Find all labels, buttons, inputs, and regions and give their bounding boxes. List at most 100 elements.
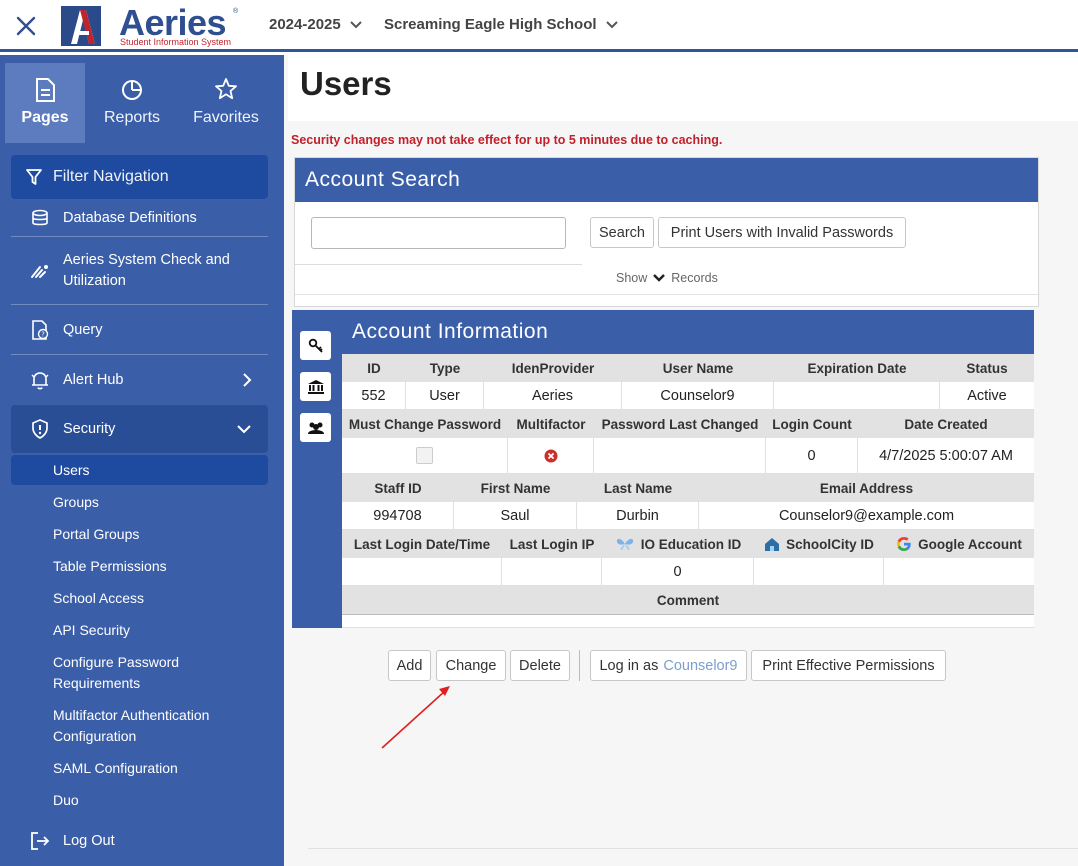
records-toggle[interactable]: Show Records [616, 271, 718, 285]
tab-pages[interactable]: Pages [5, 63, 85, 143]
sidebar-sub-mfa-config[interactable]: Multifactor Authentication Configuration [53, 705, 228, 747]
account-info-title: Account Information [342, 310, 1034, 354]
header-password-last-changed: Password Last Changed [601, 416, 759, 432]
page-title: Users [300, 65, 392, 102]
value-last-login-datetime [342, 558, 502, 585]
filter-navigation-button[interactable]: Filter Navigation [11, 155, 268, 199]
tab-label: Favorites [193, 109, 259, 126]
sidebar-item-system-check[interactable]: Aeries System Check and Utilization [11, 236, 268, 304]
header-date-created: Date Created [904, 416, 988, 432]
butterfly-icon [616, 538, 633, 550]
account-tools-strip [292, 310, 342, 628]
header-google-account: Google Account [884, 530, 1034, 558]
table-header-row: ID Type IdenProvider User Name Expiratio… [342, 354, 1034, 382]
chevron-down-icon [605, 20, 618, 28]
database-icon [29, 209, 51, 227]
table-row: 994708 Saul Durbin Counselor9@example.co… [342, 502, 1034, 530]
sidebar-sub-password-requirements[interactable]: Configure Password Requirements [53, 652, 203, 694]
sidebar-item-alert-hub[interactable]: Alert Hub [11, 354, 268, 404]
sidebar-item-label: Alert Hub [63, 371, 124, 388]
log-in-as-label: Log in as [599, 657, 659, 674]
x-circle-icon [544, 449, 557, 462]
records-label: Records [671, 271, 718, 285]
header-last-name: Last Name [603, 480, 673, 496]
header-last-login-ip: Last Login IP [509, 536, 595, 552]
header-id: ID [367, 360, 381, 376]
pie-chart-icon [120, 77, 144, 103]
filter-label: Filter Navigation [53, 168, 169, 185]
sidebar-item-query[interactable]: ? Query [11, 304, 268, 354]
chevron-right-icon [243, 372, 252, 387]
school-label: Screaming Eagle High School [384, 16, 597, 33]
must-change-password-checkbox[interactable] [416, 447, 433, 464]
shield-icon [29, 419, 51, 439]
logo-registered: ® [233, 8, 239, 15]
search-input[interactable] [311, 217, 566, 249]
sidebar-item-label: Database Definitions [63, 210, 197, 226]
top-bar: Aeries ® Student Information System 2024… [0, 0, 1078, 52]
search-button[interactable]: Search [590, 217, 654, 248]
header-expiration-date: Expiration Date [807, 360, 907, 376]
sidebar-sub-school-access[interactable]: School Access [53, 588, 263, 609]
header-comment: Comment [656, 592, 720, 608]
account-search-title: Account Search [295, 158, 1038, 202]
header-last-login-datetime: Last Login Date/Time [353, 536, 491, 552]
sidebar-sub-table-permissions[interactable]: Table Permissions [53, 556, 263, 577]
print-invalid-passwords-button[interactable]: Print Users with Invalid Passwords [658, 217, 906, 248]
sidebar-item-log-out[interactable]: Log Out [11, 827, 268, 855]
sidebar-sub-duo[interactable]: Duo [53, 790, 263, 811]
tab-label: Reports [103, 109, 161, 126]
change-button[interactable]: Change [436, 650, 506, 681]
sidebar-sub-users[interactable]: Users [53, 460, 263, 481]
value-last-login-ip [502, 558, 602, 585]
header-idenprovider: IdenProvider [511, 360, 595, 376]
print-effective-permissions-button[interactable]: Print Effective Permissions [751, 650, 946, 681]
value-schoolcity-id [754, 558, 884, 585]
value-email-address: Counselor9@example.com [778, 507, 955, 524]
divider [295, 264, 582, 265]
tab-favorites[interactable]: Favorites [179, 63, 273, 143]
value-password-last-changed [594, 438, 766, 473]
chevron-down-icon [653, 274, 666, 282]
log-in-as-button[interactable]: Log in as Counselor9 [590, 650, 747, 681]
filter-icon [26, 169, 42, 185]
add-button[interactable]: Add [388, 650, 431, 681]
caching-warning: Security changes may not take effect for… [291, 133, 723, 147]
key-icon[interactable] [300, 331, 331, 360]
sidebar-sub-api-security[interactable]: API Security [53, 620, 263, 641]
aeries-logo[interactable]: Aeries ® Student Information System [61, 2, 241, 47]
value-login-count: 0 [766, 438, 858, 473]
sidebar-item-label: Security [63, 421, 116, 437]
table-header-row: Last Login Date/Time Last Login IP IO Ed… [342, 530, 1034, 558]
sidebar-sub-saml-config[interactable]: SAML Configuration [53, 758, 263, 779]
page-header: Users [288, 55, 1078, 121]
value-io-education-id: 0 [602, 558, 754, 585]
tab-reports[interactable]: Reports [85, 63, 179, 143]
button-divider [579, 650, 580, 681]
value-google-account [884, 558, 1034, 585]
sidebar-sub-portal-groups[interactable]: Portal Groups [53, 524, 263, 545]
logo-mark-icon [61, 6, 101, 46]
header-multifactor: Multifactor [516, 416, 586, 432]
school-selector[interactable]: Screaming Eagle High School [384, 16, 619, 33]
value-date-created: 4/7/2025 5:00:07 AM [879, 447, 1013, 464]
header-user-name: User Name [662, 360, 734, 376]
sidebar-item-database-definitions[interactable]: Database Definitions [11, 201, 268, 235]
bank-icon[interactable] [300, 372, 331, 401]
value-first-name: Saul [454, 502, 577, 529]
header-type: Type [429, 360, 461, 376]
year-selector[interactable]: 2024-2025 [269, 16, 363, 33]
sidebar-item-security[interactable]: Security [11, 405, 268, 453]
value-id: 552 [342, 382, 406, 409]
nav-tabs: Pages Reports Favorites [5, 63, 275, 143]
signal-icon [29, 263, 51, 279]
users-group-icon[interactable] [300, 413, 331, 442]
sidebar-sub-groups[interactable]: Groups [53, 492, 263, 513]
query-icon: ? [29, 319, 51, 340]
close-icon[interactable] [14, 14, 38, 38]
delete-button[interactable]: Delete [510, 650, 570, 681]
value-type: User [406, 382, 484, 409]
value-staff-id: 994708 [342, 502, 454, 529]
io-education-label: IO Education ID [640, 536, 742, 552]
year-label: 2024-2025 [269, 16, 341, 33]
